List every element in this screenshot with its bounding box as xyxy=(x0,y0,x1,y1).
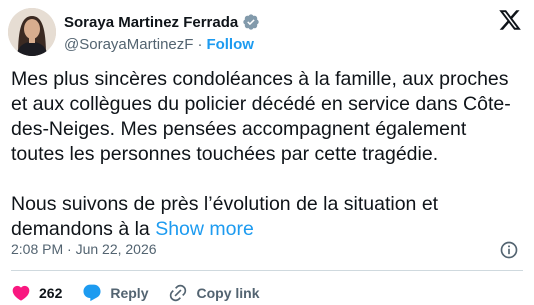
tweet-timestamp[interactable]: 2:08 PM · Jun 22, 2026 xyxy=(11,241,157,257)
tweet-line: demandons à la xyxy=(11,218,156,240)
tweet-line: Mes plus sincères condoléances à la fami… xyxy=(11,68,509,90)
verified-badge-icon xyxy=(243,14,259,30)
like-button[interactable]: 262 xyxy=(11,283,62,303)
author-handle[interactable]: @SorayaMartinezF xyxy=(64,36,193,53)
x-logo-icon[interactable] xyxy=(498,8,522,32)
author-display-name[interactable]: Soraya Martinez Ferrada xyxy=(64,14,238,31)
heart-icon xyxy=(12,285,30,301)
copy-link-label: Copy link xyxy=(196,285,260,301)
show-more-link[interactable]: Show more xyxy=(155,218,254,240)
avatar-image xyxy=(8,8,56,56)
reply-icon xyxy=(83,284,101,302)
divider xyxy=(11,270,523,271)
tweet-line: et aux collègues du policier décédé en s… xyxy=(11,93,511,115)
action-bar: 262 Reply Copy link xyxy=(11,282,280,304)
reply-label: Reply xyxy=(110,285,149,301)
copy-link-button[interactable]: Copy link xyxy=(168,283,260,303)
tweet-line: toutes les personnes touchées par cette … xyxy=(11,143,439,165)
tweet-paragraph-2: Nous suivons de près l’évolution de la s… xyxy=(11,192,516,242)
avatar[interactable] xyxy=(8,8,56,56)
tweet-line: des-Neiges. Mes pensées accompagnent éga… xyxy=(11,118,467,140)
tweet-text: Mes plus sincères condoléances à la fami… xyxy=(11,67,516,242)
follow-button[interactable]: Follow xyxy=(206,36,254,53)
tweet-paragraph-1: Mes plus sincères condoléances à la fami… xyxy=(11,67,516,167)
info-icon[interactable] xyxy=(499,240,519,260)
reply-button[interactable]: Reply xyxy=(82,283,148,303)
separator-dot: · xyxy=(197,35,203,53)
author-info: Soraya Martinez Ferrada @SorayaMartinezF… xyxy=(64,12,260,55)
tweet-line: Nous suivons de près l’évolution de la s… xyxy=(11,193,439,215)
tweet-card: Soraya Martinez Ferrada @SorayaMartinezF… xyxy=(0,0,534,305)
like-count: 262 xyxy=(39,285,63,301)
link-icon xyxy=(170,284,187,302)
tweet-header: Soraya Martinez Ferrada @SorayaMartinezF… xyxy=(8,8,524,56)
